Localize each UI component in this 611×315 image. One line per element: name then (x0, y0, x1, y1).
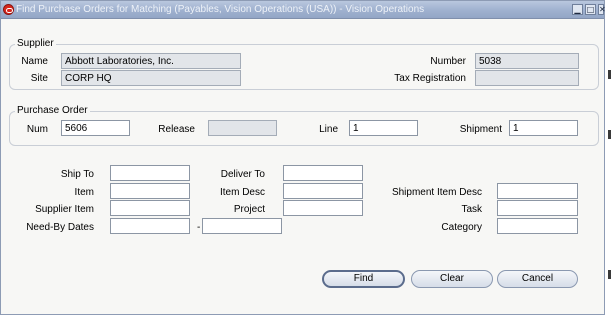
need-by-date-to-field[interactable] (202, 218, 282, 234)
background-edge (605, 0, 611, 315)
release-label: Release (158, 124, 195, 135)
shipment-item-desc-label: Shipment Item Desc (391, 187, 482, 198)
item-desc-label: Item Desc (219, 187, 265, 198)
supplier-name-field[interactable] (61, 53, 241, 69)
item-desc-field[interactable] (283, 183, 363, 199)
tax-registration-label: Tax Registration (394, 73, 466, 84)
release-field[interactable] (208, 120, 277, 136)
po-num-field[interactable] (61, 120, 130, 136)
find-button[interactable]: Find (322, 270, 405, 288)
line-field[interactable] (349, 120, 418, 136)
supplier-number-label: Number (430, 56, 466, 67)
find-purchase-orders-window: Find Purchase Orders for Matching (Payab… (0, 0, 606, 315)
task-label: Task (461, 204, 482, 215)
need-by-dates-label: Need-By Dates (26, 222, 94, 233)
window-title: Find Purchase Orders for Matching (Payab… (16, 4, 425, 15)
item-field[interactable] (110, 183, 190, 199)
supplier-number-field[interactable] (475, 53, 579, 69)
need-by-date-from-field[interactable] (110, 218, 190, 234)
cancel-button[interactable]: Cancel (497, 270, 578, 288)
category-field[interactable] (497, 218, 578, 234)
project-field[interactable] (283, 200, 363, 216)
title-bar[interactable]: Find Purchase Orders for Matching (Payab… (1, 1, 606, 19)
supplier-site-label: Site (30, 73, 48, 84)
deliver-to-field[interactable] (283, 165, 363, 181)
line-label: Line (319, 124, 338, 135)
supplier-group-label: Supplier (15, 38, 56, 49)
ship-to-field[interactable] (110, 165, 190, 181)
date-range-separator: - (197, 222, 201, 233)
category-label: Category (441, 222, 482, 233)
maximize-button[interactable]: □ (585, 4, 596, 15)
shipment-label: Shipment (459, 124, 502, 135)
purchase-order-group-label: Purchase Order (15, 105, 90, 116)
project-label: Project (233, 204, 265, 215)
shipment-field[interactable] (509, 120, 578, 136)
supplier-item-label: Supplier Item (35, 204, 94, 215)
supplier-item-field[interactable] (110, 200, 190, 216)
supplier-name-label: Name (21, 56, 48, 67)
item-label: Item (74, 187, 94, 198)
supplier-site-field[interactable] (61, 70, 241, 86)
oracle-icon (3, 4, 14, 15)
close-button[interactable]: ✕ (598, 4, 606, 15)
deliver-to-label: Deliver To (220, 169, 265, 180)
po-num-label: Num (26, 124, 48, 135)
minimize-button[interactable]: ▁ (572, 4, 583, 15)
shipment-item-desc-field[interactable] (497, 183, 578, 199)
ship-to-label: Ship To (60, 169, 94, 180)
tax-registration-field[interactable] (475, 70, 579, 86)
task-field[interactable] (497, 200, 578, 216)
clear-button[interactable]: Clear (411, 270, 493, 288)
